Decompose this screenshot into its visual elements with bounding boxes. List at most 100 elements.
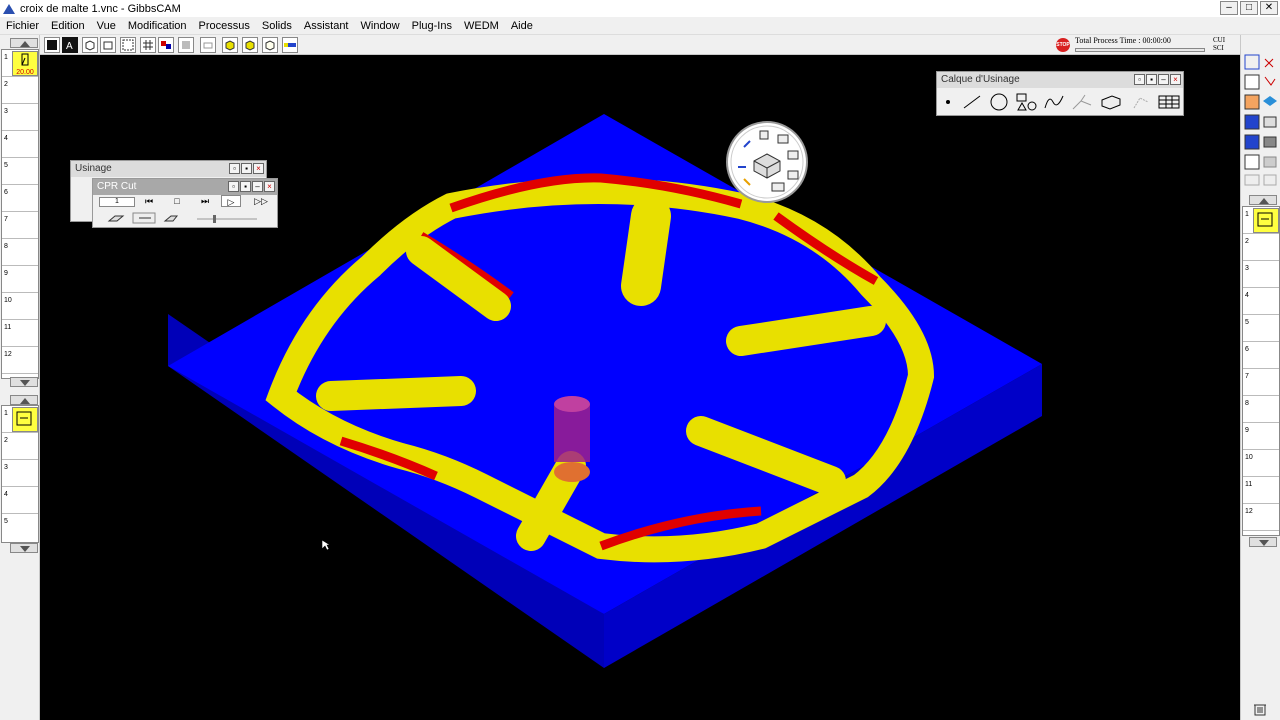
menu-vue[interactable]: Vue [91, 17, 122, 35]
right-icon-grid [1243, 39, 1279, 189]
view-navigation-wheel[interactable] [726, 121, 808, 203]
fast-forward-icon[interactable]: ▷▷ [251, 195, 271, 207]
solid-yellow-2-icon[interactable] [242, 37, 258, 53]
menu-aide[interactable]: Aide [505, 17, 539, 35]
panel-minimize-button[interactable]: – [1158, 74, 1169, 85]
panel-minimize-button[interactable]: – [252, 181, 263, 192]
cutting-tool [554, 404, 590, 462]
construction-icon[interactable] [1071, 93, 1093, 111]
line-icon[interactable] [962, 94, 982, 110]
block-icon[interactable] [1099, 93, 1123, 111]
panel-close-button[interactable]: × [264, 181, 275, 192]
tool-slot-number: 1 [4, 54, 8, 61]
view-cube-icon [730, 125, 804, 199]
unit-bottom: SCI [1213, 44, 1224, 52]
panel-close-button[interactable]: × [1170, 74, 1181, 85]
menu-plug-ins[interactable]: Plug-Ins [406, 17, 458, 35]
process-slot-number: 4 [4, 491, 8, 498]
operation-tile-1[interactable] [1253, 208, 1279, 233]
panel-close-button[interactable]: × [253, 163, 264, 174]
pen-icon [21, 53, 29, 66]
menu-processus[interactable]: Processus [193, 17, 256, 35]
process-tile-1[interactable] [12, 407, 38, 432]
print-icon[interactable] [200, 37, 216, 53]
menu-modification[interactable]: Modification [122, 17, 193, 35]
panel-restore-button[interactable]: ▫ [228, 181, 239, 192]
tool-slot-number: 12 [4, 351, 12, 358]
stop-square-icon[interactable]: □ [167, 195, 187, 207]
cut-mode-icon [107, 215, 125, 222]
tool-slot-number: 2 [4, 81, 8, 88]
step-icon[interactable]: ⏭ [195, 195, 215, 207]
tool-slot-number: 8 [4, 243, 8, 250]
tool-tile-1[interactable]: 20.00 [12, 51, 38, 76]
tool-list: 20.00 1 2 3 4 5 6 7 8 9 10 11 12 [1, 49, 39, 379]
process-list: 1 2 3 4 5 [1, 405, 39, 543]
spline-icon[interactable] [1043, 94, 1065, 110]
step-counter[interactable]: 1 [99, 197, 135, 207]
tool-slot-number: 3 [4, 108, 8, 115]
scroll-down-icon[interactable] [10, 377, 38, 387]
menu-wedm[interactable]: WEDM [458, 17, 505, 35]
shape-icon[interactable] [1015, 92, 1037, 112]
render-icon[interactable] [178, 37, 194, 53]
panel-pin-button[interactable]: ▪ [1146, 74, 1157, 85]
align-icon[interactable] [1130, 92, 1152, 112]
cpr-cut-panel: CPR Cut ▫ ▪ – × 1 ⏮ □ ⏭ ▷ ▷▷ [92, 178, 278, 228]
menu-window[interactable]: Window [355, 17, 406, 35]
scroll-up-icon[interactable] [10, 395, 38, 405]
operation-list: 1 2 3 4 5 6 7 8 9 10 11 12 [1242, 206, 1280, 536]
menu-assistant[interactable]: Assistant [298, 17, 355, 35]
table-icon[interactable] [1158, 94, 1180, 110]
text-view-icon[interactable]: A [62, 37, 78, 53]
process-slot-number: 2 [4, 437, 8, 444]
process-time: Total Process Time : 00:00:00 [1075, 36, 1171, 45]
box-view-icon[interactable] [100, 37, 116, 53]
cutting-tool-tip [554, 462, 590, 482]
stop-icon[interactable]: STOP [1056, 38, 1070, 52]
svg-text:A: A [66, 41, 73, 52]
panel-pin-button[interactable]: ▪ [240, 181, 251, 192]
circle-icon[interactable] [989, 92, 1009, 112]
panel-restore-button[interactable]: ▫ [229, 163, 240, 174]
solid-yellow-icon[interactable] [222, 37, 238, 53]
close-button[interactable]: ✕ [1260, 1, 1278, 15]
shaded-view-icon[interactable] [44, 37, 60, 53]
operation-slot-number: 6 [1245, 346, 1249, 353]
scroll-up-icon[interactable] [10, 38, 38, 48]
point-icon[interactable] [940, 94, 956, 110]
unit-indicator: CUI SCI [1213, 36, 1225, 52]
tool-bar-icon[interactable] [282, 37, 298, 53]
menu-solids[interactable]: Solids [256, 17, 298, 35]
menu-bar: Fichier Edition Vue Modification Process… [0, 17, 1280, 35]
solid-outline-icon[interactable] [262, 37, 278, 53]
tool-slot-number: 5 [4, 162, 8, 169]
scroll-down-icon[interactable] [1249, 537, 1277, 547]
minimize-button[interactable]: – [1220, 1, 1238, 15]
scroll-down-icon[interactable] [10, 543, 38, 553]
scroll-up-icon[interactable] [1249, 195, 1277, 205]
grid-icon[interactable] [140, 37, 156, 53]
geometry-tools-icon[interactable] [1243, 39, 1279, 189]
operation-slot-number: 1 [1245, 211, 1249, 218]
cpr-tool-row [107, 212, 257, 224]
play-icon[interactable]: ▷ [221, 195, 241, 207]
cutting-tool-top [554, 396, 590, 412]
maximize-button[interactable]: □ [1240, 1, 1258, 15]
menu-edition[interactable]: Edition [45, 17, 91, 35]
select-icon[interactable] [120, 37, 136, 53]
process-icon [16, 411, 32, 426]
process-slot-number: 3 [4, 464, 8, 471]
cut-tool-icon [163, 215, 179, 222]
menu-fichier[interactable]: Fichier [0, 17, 45, 35]
iso-view-icon[interactable] [82, 37, 98, 53]
panel-restore-button[interactable]: ▫ [1134, 74, 1145, 85]
trash-icon[interactable] [1252, 702, 1268, 716]
rewind-icon[interactable]: ⏮ [139, 195, 159, 207]
color-palette-icon[interactable] [158, 37, 174, 53]
unit-top: CUI [1213, 36, 1226, 44]
panel-pin-button[interactable]: ▪ [241, 163, 252, 174]
operation-icon [1257, 212, 1273, 227]
3d-viewport[interactable] [41, 56, 1239, 720]
operation-slot-number: 9 [1245, 427, 1249, 434]
